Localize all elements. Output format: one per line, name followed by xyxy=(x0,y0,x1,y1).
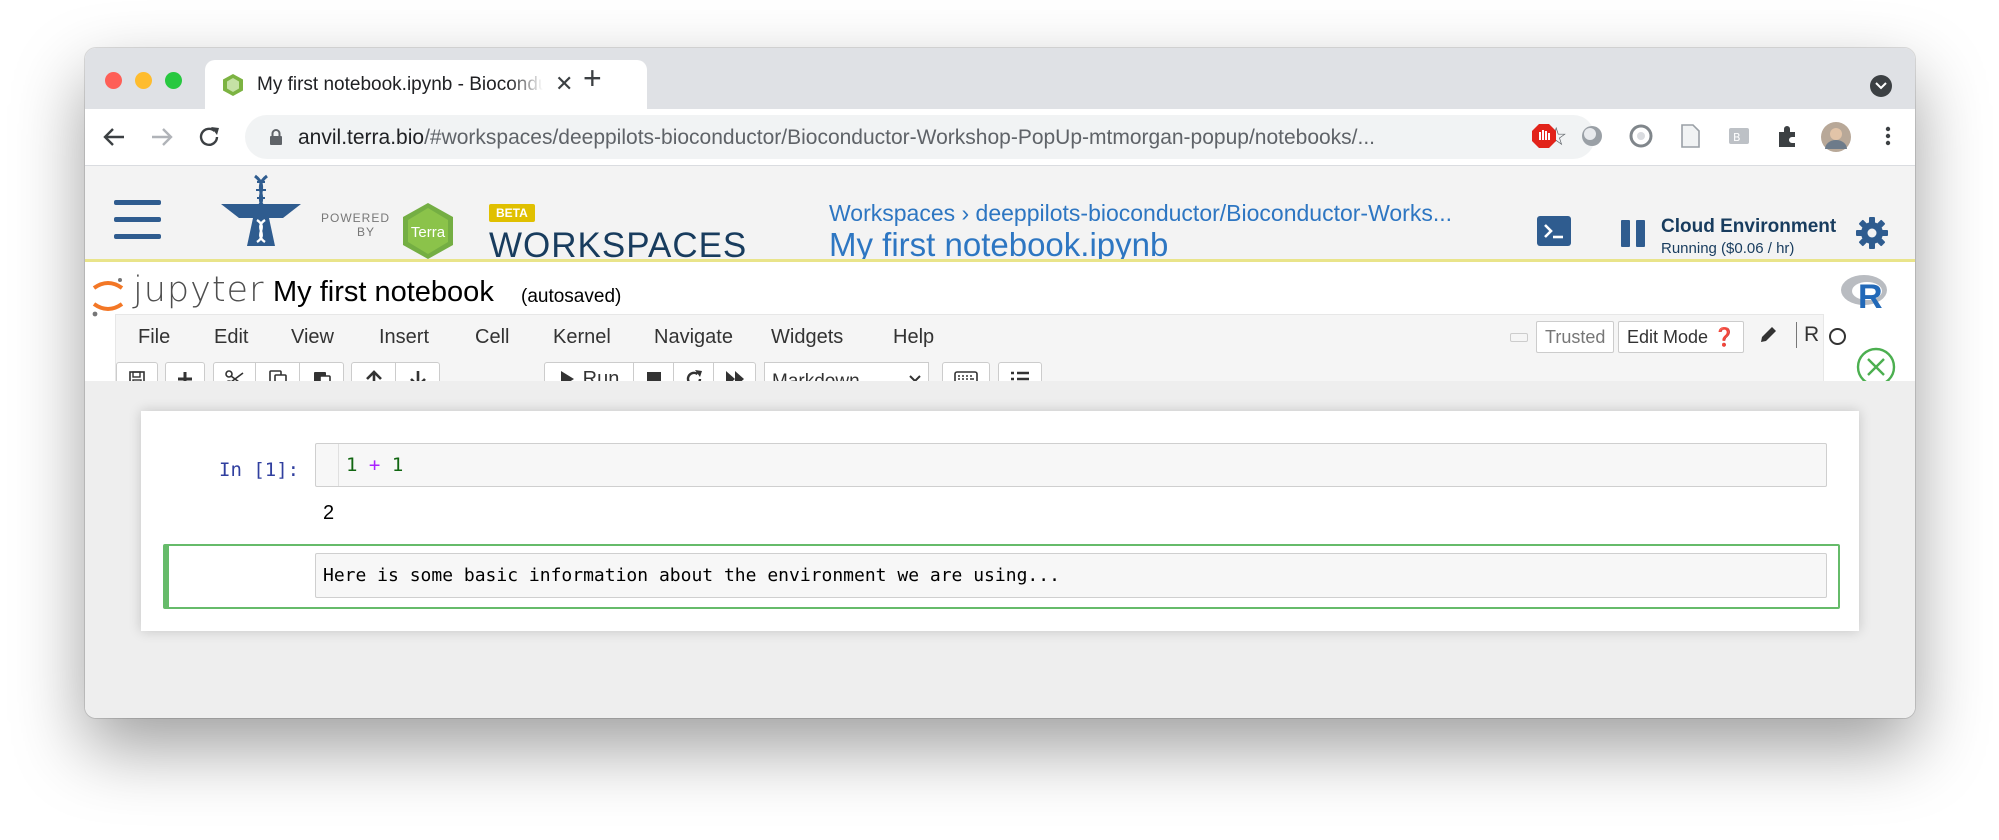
tab-close-icon[interactable]: ✕ xyxy=(555,72,573,96)
reload-icon[interactable] xyxy=(195,123,223,151)
hamburger-menu-icon[interactable] xyxy=(114,200,161,240)
pause-environment-icon[interactable] xyxy=(1621,220,1647,247)
gear-icon[interactable] xyxy=(1855,216,1889,250)
cell-output: 2 xyxy=(323,502,335,524)
menu-edit[interactable]: Edit xyxy=(214,326,248,349)
menu-file[interactable]: File xyxy=(138,326,170,349)
minimize-window-button[interactable] xyxy=(135,72,152,89)
cloud-environment-status: Running ($0.06 / hr) xyxy=(1661,240,1795,257)
kernel-name: R xyxy=(1796,322,1819,348)
notebook-name[interactable]: My first notebook xyxy=(273,276,494,309)
svg-text:R: R xyxy=(1858,278,1883,312)
breadcrumb[interactable]: Workspaces › deeppilots-bioconductor/Bio… xyxy=(829,200,1452,227)
browser-tab[interactable]: My first notebook.ipynb - Bioconductor ✕ xyxy=(205,60,647,109)
menu-view[interactable]: View xyxy=(291,326,334,349)
terra-header: POWERED BY Terra BETA WORKSPACES Workspa… xyxy=(85,166,1915,265)
input-prompt: In [1]: xyxy=(219,459,300,481)
notebook-page: In [1]: 1 + 1 2 Here is some basic infor… xyxy=(141,411,1859,631)
puzzle-icon[interactable] xyxy=(1775,123,1801,149)
anvil-logo xyxy=(221,174,301,246)
pencil-icon xyxy=(1761,327,1776,342)
terminal-icon[interactable] xyxy=(1537,216,1571,246)
tab-strip: My first notebook.ipynb - Bioconductor ✕… xyxy=(85,48,1915,109)
menu-cell[interactable]: Cell xyxy=(475,326,509,349)
forward-icon[interactable] xyxy=(148,123,176,151)
terra-logo: Terra xyxy=(403,203,453,259)
lock-icon xyxy=(270,129,282,145)
address-bar[interactable]: anvil.terra.bio/#workspaces/deeppilots-b… xyxy=(245,115,1595,159)
browser-window: My first notebook.ipynb - Bioconductor ✕… xyxy=(85,48,1915,718)
new-tab-button[interactable]: + xyxy=(583,61,602,95)
url-text: anvil.terra.bio/#workspaces/deeppilots-b… xyxy=(298,126,1376,149)
maximize-window-button[interactable] xyxy=(165,72,182,89)
profile-avatar[interactable] xyxy=(1820,121,1852,153)
jupyter-wordmark[interactable]: jupyter xyxy=(133,270,264,310)
code-gutter xyxy=(316,444,339,486)
tab-title: My first notebook.ipynb - Bioconductor xyxy=(257,74,543,95)
notebook-area: In [1]: 1 + 1 2 Here is some basic infor… xyxy=(85,381,1915,718)
markdown-cell[interactable]: Here is some basic information about the… xyxy=(163,544,1840,609)
more-vert-icon[interactable] xyxy=(1875,123,1901,149)
svg-text:B: B xyxy=(1733,131,1741,144)
jupyter-logo-icon xyxy=(92,278,124,317)
markdown-cell-input[interactable]: Here is some basic information about the… xyxy=(315,553,1827,598)
trusted-badge[interactable]: Trusted xyxy=(1536,321,1615,353)
r-kernel-logo: R xyxy=(1841,275,1887,312)
kernel-status-indicator xyxy=(1829,328,1846,345)
beta-badge: BETA xyxy=(489,204,535,222)
powered-by-label: POWERED BY xyxy=(321,211,391,239)
bookmark-ext-icon[interactable]: B xyxy=(1726,123,1752,149)
menu-insert[interactable]: Insert xyxy=(379,326,429,349)
circle-icon[interactable] xyxy=(1579,123,1605,149)
help-circle-icon: ❓ xyxy=(1713,327,1736,347)
menu-widgets[interactable]: Widgets xyxy=(771,326,843,349)
menu-navigate[interactable]: Navigate xyxy=(654,326,733,349)
code-cell-input[interactable]: 1 + 1 xyxy=(315,443,1827,487)
refresh-ext-icon[interactable] xyxy=(1628,123,1654,149)
tab-search-icon[interactable] xyxy=(1870,75,1892,97)
svg-text:Terra: Terra xyxy=(411,224,446,241)
edit-mode-indicator[interactable]: Edit Mode ❓ xyxy=(1618,321,1745,353)
save-status: (autosaved) xyxy=(521,286,622,307)
browser-toolbar: anvil.terra.bio/#workspaces/deeppilots-b… xyxy=(85,109,1915,166)
page-icon[interactable] xyxy=(1677,123,1703,149)
terra-favicon-icon xyxy=(223,74,243,96)
markdown-text: Here is some basic information about the… xyxy=(323,565,1060,586)
trusted-indicator xyxy=(1510,333,1528,342)
back-icon[interactable] xyxy=(100,123,128,151)
menu-help[interactable]: Help xyxy=(893,326,934,349)
cloud-environment-title[interactable]: Cloud Environment xyxy=(1661,216,1836,238)
close-window-button[interactable] xyxy=(105,72,122,89)
menu-kernel[interactable]: Kernel xyxy=(553,326,611,349)
jupyter-header: jupyter My first notebook (autosaved) R … xyxy=(85,262,1915,406)
menu-bar: File Edit View Insert Cell Kernel Naviga… xyxy=(115,314,1846,358)
code-text: 1 + 1 xyxy=(346,454,404,476)
adblock-icon[interactable] xyxy=(1531,123,1557,149)
